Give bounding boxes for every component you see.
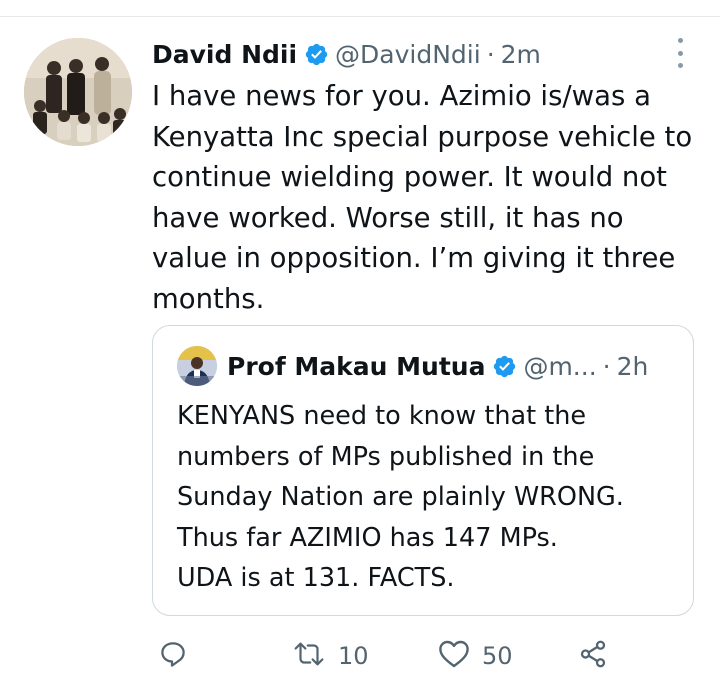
quoted-tweet-header: Prof Makau Mutua @m... · 2h xyxy=(177,346,648,386)
top-divider xyxy=(0,16,720,17)
like-count: 50 xyxy=(482,642,513,670)
avatar-photo xyxy=(24,38,132,146)
quoted-author-name: Prof Makau Mutua xyxy=(227,351,486,381)
separator-dot: · xyxy=(486,39,495,69)
author-handle[interactable]: @DavidNdii xyxy=(335,40,481,69)
tweet-header: David Ndii @DavidNdii · 2m xyxy=(152,34,541,74)
tweet-timestamp[interactable]: 2m xyxy=(501,40,541,69)
separator-dot: · xyxy=(602,351,611,381)
share-button[interactable] xyxy=(578,638,608,674)
reply-icon xyxy=(158,639,188,673)
verified-badge-icon xyxy=(492,354,517,379)
retweet-count: 10 xyxy=(338,642,369,670)
quoted-author-avatar xyxy=(177,346,217,386)
tweet-text: I have news for you. Azimio is/was a Ken… xyxy=(152,80,693,315)
retweet-icon xyxy=(292,639,326,673)
quoted-tweet-text: KENYANS need to know that the numbers of… xyxy=(177,401,624,593)
share-icon xyxy=(578,639,608,673)
author-name[interactable]: David Ndii xyxy=(152,40,297,69)
quoted-author-handle: @m... xyxy=(523,351,597,381)
reply-button[interactable] xyxy=(158,638,188,674)
like-button[interactable]: 50 xyxy=(438,638,513,674)
author-avatar[interactable] xyxy=(24,38,132,146)
quoted-tweet-timestamp: 2h xyxy=(616,351,649,381)
quoted-tweet[interactable]: Prof Makau Mutua @m... · 2h KENYANS need… xyxy=(152,325,694,616)
tweet-actions: 10 50 xyxy=(158,638,678,674)
more-options-icon[interactable] xyxy=(668,36,692,70)
retweet-button[interactable]: 10 xyxy=(292,638,369,674)
heart-icon xyxy=(438,639,470,673)
verified-badge-icon xyxy=(304,42,329,67)
